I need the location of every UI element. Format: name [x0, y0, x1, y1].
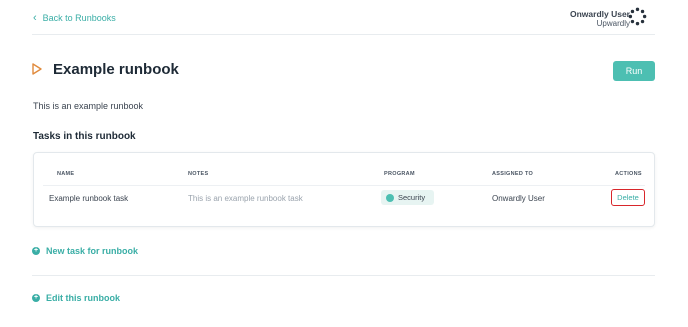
- column-header-program: PROGRAM: [384, 171, 415, 177]
- user-name: Onwardly User: [570, 9, 630, 19]
- column-header-name: NAME: [57, 171, 75, 177]
- runbook-description: This is an example runbook: [33, 101, 144, 111]
- column-header-assigned-to: ASSIGNED TO: [492, 171, 534, 177]
- plus-circle-icon: +: [32, 247, 40, 255]
- tasks-table: NAME NOTES PROGRAM ASSIGNED TO ACTIONS E…: [33, 152, 655, 227]
- security-icon: [386, 193, 394, 202]
- tasks-section-title: Tasks in this runbook: [33, 131, 136, 142]
- header-row-divider: [43, 185, 645, 186]
- task-name: Example runbook task: [49, 194, 129, 203]
- back-to-runbooks-link[interactable]: ‹ Back to Runbooks: [33, 11, 116, 24]
- task-notes: This is an example runbook task: [188, 194, 303, 203]
- edit-runbook-link[interactable]: + Edit this runbook: [32, 293, 120, 303]
- user-org: Upwardly: [596, 19, 630, 28]
- program-badge: Security: [381, 190, 435, 205]
- column-header-notes: NOTES: [188, 171, 209, 177]
- header-divider: [32, 34, 655, 35]
- org-logo-icon[interactable]: [628, 7, 647, 26]
- program-label: Security: [398, 193, 426, 202]
- plus-circle-icon: +: [32, 294, 40, 302]
- chevron-left-icon: ‹: [33, 11, 37, 24]
- actions-divider: [32, 275, 655, 276]
- runbook-page: ‹ Back to Runbooks Onwardly User Upwardl…: [0, 0, 688, 327]
- play-icon: [32, 63, 42, 75]
- new-task-label: New task for runbook: [46, 246, 139, 256]
- column-header-actions: ACTIONS: [615, 171, 642, 177]
- user-menu[interactable]: Onwardly User Upwardly: [570, 9, 630, 29]
- edit-runbook-label: Edit this runbook: [46, 293, 120, 303]
- task-assignee: Onwardly User: [492, 194, 545, 203]
- new-task-link[interactable]: + New task for runbook: [32, 246, 138, 256]
- back-link-label: Back to Runbooks: [42, 13, 116, 23]
- page-title: Example runbook: [53, 61, 179, 78]
- delete-task-button[interactable]: Delete: [611, 189, 645, 206]
- run-button[interactable]: Run: [613, 61, 655, 81]
